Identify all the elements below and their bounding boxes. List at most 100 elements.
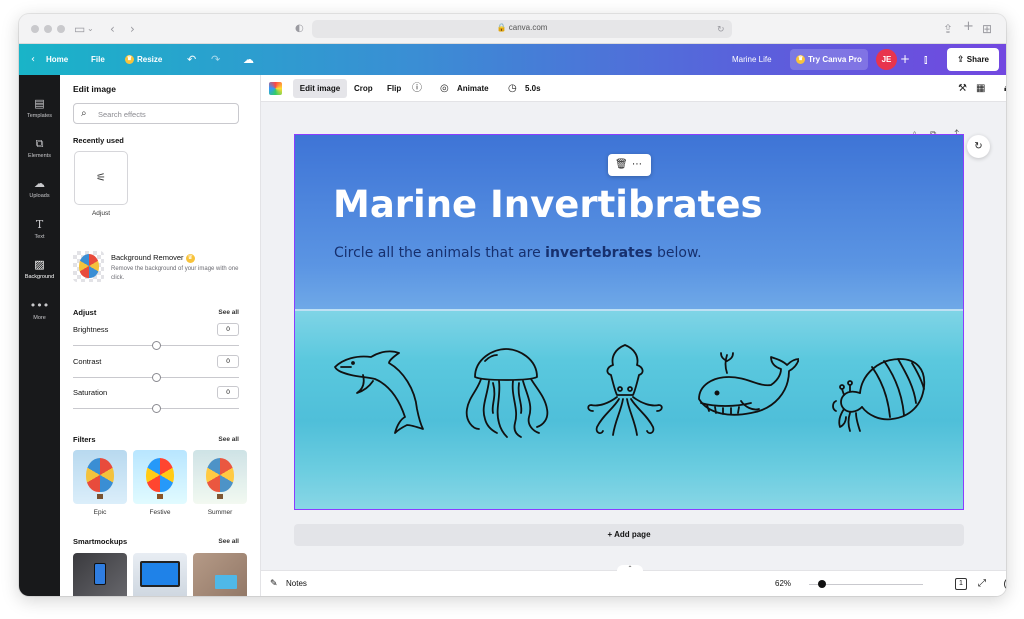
element-floating-menu: 🗑︎ ⋯ — [608, 154, 651, 176]
background-remover-description: Remove the background of your image with… — [111, 266, 239, 281]
rail-label: Text — [34, 234, 45, 240]
recently-used-title: Recently used — [73, 136, 124, 145]
filter-epic-tile[interactable] — [73, 450, 127, 504]
rail-item-text[interactable]: T Text — [19, 218, 60, 241]
basket-image — [157, 494, 163, 499]
project-name[interactable]: Marine Life — [732, 44, 772, 75]
background-remover-title[interactable]: Background Remover ♛ — [111, 253, 198, 263]
trash-icon[interactable]: 🗑︎ — [615, 158, 628, 171]
color-picker-icon[interactable] — [269, 82, 282, 95]
page-subtitle[interactable]: Circle all the animals that are inverteb… — [334, 245, 702, 261]
more-options-icon[interactable]: ⋯ — [632, 158, 642, 171]
filter-festive-tile[interactable] — [133, 450, 187, 504]
transparency-icon[interactable]: ▦ — [976, 75, 985, 102]
zoom-level[interactable]: 62% — [775, 571, 791, 596]
dolphin-icon[interactable] — [333, 345, 425, 437]
cloud-saved-icon[interactable]: ☁ — [243, 44, 254, 75]
laptop-mockup-image — [140, 561, 180, 587]
avatar[interactable]: JE — [876, 49, 897, 70]
home-link[interactable]: Home — [46, 44, 68, 75]
search-effects-input[interactable]: ⌕ Search effects — [73, 103, 239, 124]
zoom-slider-track[interactable] — [809, 584, 923, 585]
squid-icon[interactable] — [585, 343, 665, 439]
basket-image — [97, 494, 103, 499]
contrast-slider-knob[interactable] — [152, 373, 161, 382]
brightness-label: Brightness — [73, 325, 109, 334]
jellyfish-icon[interactable] — [463, 347, 549, 439]
notes-icon[interactable]: ✎ — [270, 571, 278, 596]
share-page-icon[interactable]: ⇪ — [943, 22, 953, 36]
add-page-button[interactable]: + Add page — [294, 524, 964, 546]
rail-item-templates[interactable]: ▤ Templates — [19, 97, 60, 120]
saturation-slider-knob[interactable] — [152, 404, 161, 413]
try-canva-pro-button[interactable]: ♛ Try Canva Pro — [790, 49, 868, 70]
brightness-slider-knob[interactable] — [152, 341, 161, 350]
privacy-shield-icon[interactable]: ◐ — [295, 22, 304, 36]
sidebar-toggle-icon[interactable]: ▭ — [74, 22, 85, 36]
adjust-see-all-link[interactable]: See all — [218, 309, 239, 316]
recent-adjust-tile[interactable]: ⚟ — [74, 151, 128, 205]
help-button[interactable]: ? — [1004, 577, 1006, 591]
mockup-phone-tile[interactable] — [73, 553, 127, 596]
undo-icon[interactable]: ↶ — [187, 44, 196, 75]
animate-icon[interactable]: ◎ — [440, 75, 449, 102]
zoom-slider-knob[interactable] — [818, 580, 826, 588]
smartmockups-see-all-link[interactable]: See all — [218, 538, 239, 545]
rail-item-uploads[interactable]: ☁ Uploads — [19, 177, 60, 200]
timer-clock-icon[interactable]: ◷ — [508, 75, 517, 102]
filters-see-all-link[interactable]: See all — [218, 436, 239, 443]
rail-item-elements[interactable]: ⧉ Elements — [19, 137, 60, 160]
chevron-down-icon[interactable]: ⌄ — [87, 22, 94, 36]
minimize-window-button[interactable] — [44, 25, 52, 33]
notes-button[interactable]: Notes — [286, 571, 307, 596]
duration-button[interactable]: 5.0s — [525, 75, 541, 102]
info-icon[interactable]: ⓘ — [412, 75, 422, 102]
lock-icon[interactable]: 🔒︎ — [1004, 75, 1006, 102]
background-remover-thumbnail[interactable] — [73, 251, 104, 282]
share-button[interactable]: ⇪ Share — [947, 48, 999, 71]
crop-button[interactable]: Crop — [354, 75, 373, 102]
edit-image-button[interactable]: Edit image — [293, 79, 347, 98]
filter-summer-tile[interactable] — [193, 450, 247, 504]
file-menu[interactable]: File — [91, 44, 105, 75]
insights-chart-icon[interactable]: ⫾ — [924, 44, 928, 75]
close-window-button[interactable] — [31, 25, 39, 33]
rail-label: More — [33, 315, 46, 321]
cloud-upload-icon: ☁ — [34, 177, 45, 190]
address-bar[interactable]: 🔒 canva.com ↻ — [312, 20, 732, 38]
hermit-crab-icon[interactable] — [832, 353, 928, 437]
rail-item-background[interactable]: ▨ Background — [19, 258, 60, 281]
rail-item-more[interactable]: ••• More — [19, 299, 60, 322]
collapse-pages-icon[interactable]: ⌃ — [617, 565, 643, 573]
zoom-window-button[interactable] — [57, 25, 65, 33]
back-chevron-icon[interactable]: ‹ — [31, 44, 35, 75]
whale-icon[interactable] — [695, 351, 799, 429]
contrast-value[interactable]: 0 — [217, 355, 239, 368]
mockup-laptop-tile[interactable] — [133, 553, 187, 596]
add-collaborator-icon[interactable]: + — [900, 44, 910, 75]
filter-epic-label: Epic — [93, 509, 107, 516]
mockup-desk-tile[interactable] — [193, 553, 247, 596]
paint-roller-icon[interactable]: ⚒ — [958, 75, 967, 102]
new-tab-icon[interactable]: + — [963, 20, 974, 34]
try-pro-label: Try Canva Pro — [808, 55, 862, 64]
fullscreen-icon[interactable]: ⤢ — [978, 571, 986, 596]
redo-icon[interactable]: ↷ — [211, 44, 220, 75]
text-icon: T — [35, 218, 44, 231]
saturation-value[interactable]: 0 — [217, 386, 239, 399]
flip-button[interactable]: Flip — [387, 75, 401, 102]
brightness-value[interactable]: 0 — [217, 323, 239, 336]
tab-overview-icon[interactable]: ⊞ — [982, 22, 992, 36]
balloon-image — [146, 458, 174, 492]
filter-festive-label: Festive — [149, 509, 171, 516]
regenerate-icon[interactable]: ↻ — [967, 135, 990, 158]
forward-arrow-icon[interactable]: › — [130, 22, 135, 36]
resize-button[interactable]: ♛ Resize — [125, 44, 162, 75]
browser-window: ▭ ⌄ ‹ › ◐ 🔒 canva.com ↻ ⇪ + ⊞ ‹ Home Fil… — [19, 14, 1006, 596]
design-page[interactable]: Marine Invertibrates Circle all the anim… — [294, 134, 964, 510]
reload-icon[interactable]: ↻ — [717, 23, 725, 37]
animate-button[interactable]: Animate — [457, 75, 489, 102]
page-title[interactable]: Marine Invertibrates — [333, 183, 762, 226]
back-arrow-icon[interactable]: ‹ — [110, 22, 115, 36]
page-count-button[interactable]: 1 — [955, 578, 967, 590]
